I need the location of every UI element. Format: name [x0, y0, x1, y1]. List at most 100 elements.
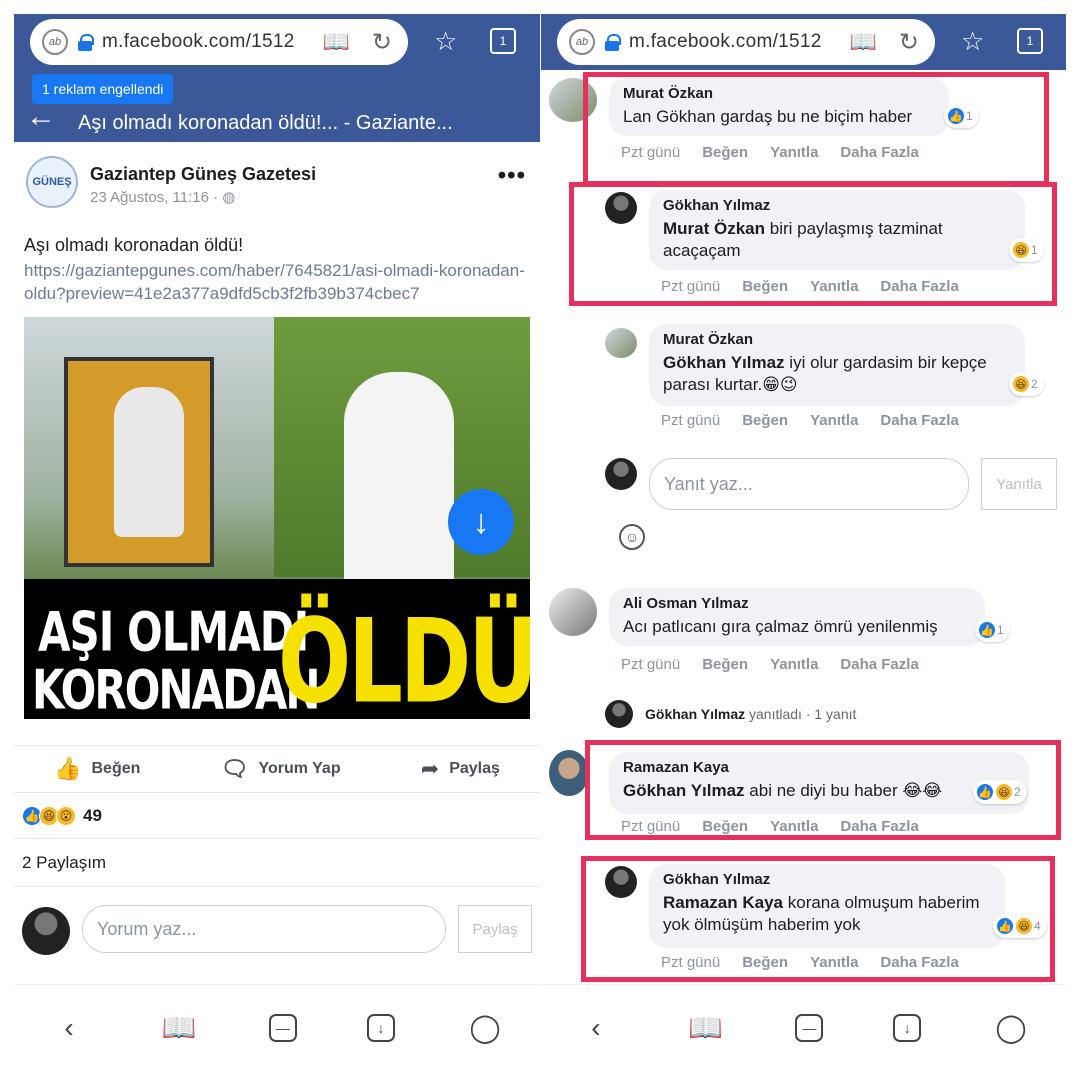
lock-icon	[605, 34, 621, 51]
like-reaction-icon: 👍	[978, 621, 996, 639]
profile-icon[interactable]: ◯	[465, 1011, 505, 1044]
comment-time[interactable]: Pzt günü	[661, 412, 720, 429]
page-name[interactable]: Gaziantep Güneş Gazetesi	[90, 164, 316, 185]
more-link[interactable]: Daha Fazla	[880, 412, 958, 429]
post-timestamp[interactable]: 23 Ağustos, 11:16 · ◍	[90, 188, 235, 206]
comment-reactions[interactable]: 😆 2	[1009, 372, 1044, 396]
share-icon: ➦	[420, 756, 440, 781]
page-logo[interactable]: GÜNEŞ	[26, 156, 78, 208]
home-icon[interactable]: —	[795, 1013, 824, 1042]
highlight-box	[583, 72, 1049, 186]
browser-bottom-nav: ‹ 📖 — ↓ ◯	[14, 984, 540, 1070]
replies-summary[interactable]: Gökhan Yılmaz yanıtladı · 1 yanıt	[645, 706, 856, 722]
back-arrow-icon[interactable]: ←	[26, 100, 56, 134]
like-link[interactable]: Beğen	[702, 656, 748, 673]
avatar	[605, 700, 633, 728]
back-icon[interactable]: ‹	[49, 1012, 89, 1044]
reply-author: Gökhan Yılmaz	[645, 706, 746, 722]
post-header: GÜNEŞ Gaziantep Güneş Gazetesi 23 Ağusto…	[14, 142, 540, 222]
ad-block-icon[interactable]: ab	[42, 29, 68, 55]
image-headline: AŞI OLMADI	[38, 599, 309, 664]
post-image[interactable]: ↓ AŞI OLMADI KORONADAN ÖLDÜ	[24, 317, 530, 719]
url-text[interactable]: m.facebook.com/1512	[629, 31, 822, 53]
page-header: ← Aşı olmadı koronadan öldü!... - Gazian…	[14, 70, 540, 142]
comment-reactions[interactable]: 👍 1	[975, 618, 1010, 642]
address-bar[interactable]: ab m.facebook.com/1512 📖 ↻	[30, 19, 408, 65]
reactions-summary[interactable]: 👍 😆 😮 49	[14, 793, 540, 839]
highlight-box	[569, 182, 1057, 306]
more-link[interactable]: Daha Fazla	[840, 656, 918, 673]
share-button[interactable]: ➦ Paylaş	[421, 756, 500, 782]
avatar	[605, 458, 637, 490]
haha-reaction-icon: 😆	[1012, 375, 1030, 393]
share-count[interactable]: 2 Paylaşım	[14, 839, 540, 887]
avatar	[22, 907, 70, 955]
more-options-icon[interactable]: •••	[498, 162, 526, 190]
bookmark-star-icon[interactable]: ☆	[961, 26, 984, 57]
tabs-icon[interactable]: 1	[1017, 28, 1043, 54]
ad-block-icon[interactable]: ab	[569, 29, 595, 55]
reaction-count: 1	[997, 623, 1004, 637]
comment-bubble: Murat Özkan Gökhan Yılmaz iyi olur garda…	[649, 324, 1025, 406]
image-person	[114, 387, 184, 537]
downloads-icon[interactable]: ↓	[893, 1013, 922, 1042]
emoji-icon[interactable]: ☺	[619, 524, 645, 550]
post-link[interactable]: https://gaziantepgunes.com/haber/7645821…	[14, 257, 540, 305]
profile-icon[interactable]: ◯	[991, 1011, 1031, 1044]
comment-input[interactable]: Yorum yaz...	[82, 905, 446, 953]
reader-mode-icon[interactable]: 📖	[849, 29, 876, 55]
left-screenshot: ab m.facebook.com/1512 📖 ↻ ☆ 1 ← Aşı olm…	[14, 14, 540, 1070]
bookmarks-icon[interactable]: 📖	[159, 1011, 199, 1044]
address-bar[interactable]: ab m.facebook.com/1512 📖 ↻	[557, 19, 935, 65]
page-title: Aşı olmadı koronadan öldü!... - Gaziante…	[78, 112, 453, 134]
avatar[interactable]	[549, 588, 597, 636]
avatar[interactable]	[549, 750, 589, 796]
bookmarks-icon[interactable]: 📖	[686, 1011, 726, 1044]
home-icon[interactable]: —	[269, 1013, 297, 1042]
ad-blocked-tooltip: 1 reklam engellendi	[32, 74, 174, 104]
reaction-count: 49	[83, 805, 102, 825]
reply-input[interactable]: Yanıt yaz...	[649, 458, 969, 510]
comment-author[interactable]: Murat Özkan	[663, 331, 1011, 348]
image-headline: ÖLDÜ	[278, 595, 530, 719]
avatar[interactable]	[605, 328, 637, 358]
reply-count: · 1 yanıt	[801, 706, 857, 722]
highlight-box	[585, 740, 1061, 840]
reply-link[interactable]: Yanıtla	[770, 656, 818, 673]
comment-label: Yorum Yap	[258, 760, 341, 777]
comment-text: Gökhan Yılmaz iyi olur gardasim bir kepç…	[663, 352, 1011, 396]
like-button[interactable]: 👍 Beğen	[54, 756, 140, 782]
url-text[interactable]: m.facebook.com/1512	[102, 31, 295, 53]
back-icon[interactable]: ‹	[576, 1012, 616, 1044]
mention-link[interactable]: Gökhan Yılmaz	[663, 353, 785, 372]
reload-icon[interactable]: ↻	[899, 28, 919, 57]
highlight-box	[581, 856, 1055, 982]
comment-time[interactable]: Pzt günü	[621, 656, 680, 673]
lock-icon	[78, 34, 94, 51]
like-link[interactable]: Beğen	[742, 412, 788, 429]
comment-author[interactable]: Ali Osman Yılmaz	[623, 595, 971, 612]
post-comment-button[interactable]: Paylaş	[458, 905, 532, 953]
downloads-icon[interactable]: ↓	[367, 1013, 395, 1042]
bookmark-star-icon[interactable]: ☆	[434, 26, 457, 57]
right-screenshot: ab m.facebook.com/1512 📖 ↻ ☆ 1 Murat Özk…	[541, 14, 1066, 1070]
image-person	[344, 372, 454, 592]
thumbs-up-icon: 👍	[54, 756, 82, 781]
reply-button[interactable]: Yanıtla	[981, 458, 1057, 510]
comment-button[interactable]: 🗨 Yorum Yap	[221, 756, 341, 782]
comment-icon: 🗨	[220, 756, 249, 781]
comment-actions: Pzt günü Beğen Yanıtla Daha Fazla	[621, 656, 941, 673]
reload-icon[interactable]: ↻	[372, 28, 392, 57]
image-headline: KORONADAN	[32, 657, 321, 719]
share-label: Paylaş	[449, 760, 500, 777]
browser-bottom-nav: ‹ 📖 — ↓ ◯	[541, 984, 1066, 1070]
tabs-icon[interactable]: 1	[490, 28, 516, 54]
replied-label: yanıtladı	[745, 706, 802, 722]
download-icon[interactable]: ↓	[448, 489, 514, 555]
reply-link[interactable]: Yanıtla	[810, 412, 858, 429]
reaction-count: 2	[1031, 377, 1038, 391]
reader-mode-icon[interactable]: 📖	[322, 29, 349, 55]
post-actions: 👍 Beğen 🗨 Yorum Yap ➦ Paylaş	[14, 745, 540, 793]
post-text: Aşı olmadı koronadan öldü!	[24, 235, 244, 255]
browser-toolbar: ab m.facebook.com/1512 📖 ↻ ☆ 1	[541, 14, 1066, 70]
